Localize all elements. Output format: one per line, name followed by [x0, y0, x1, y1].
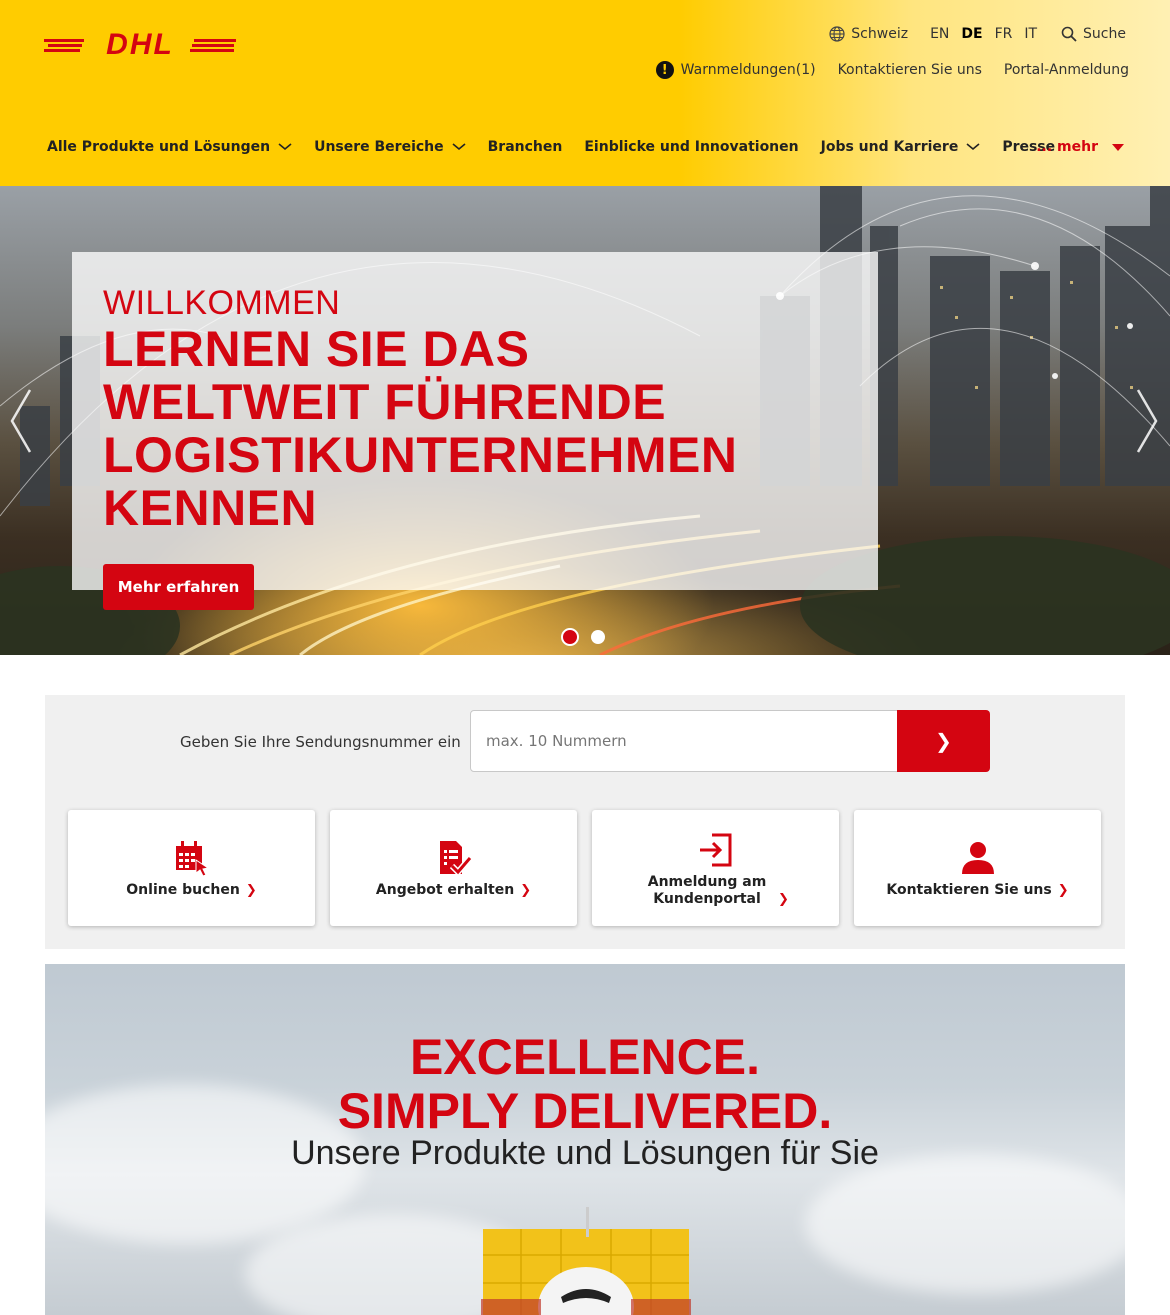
country-label: Schweiz	[851, 26, 909, 42]
language-switcher: EN DE FR IT	[930, 26, 1037, 42]
quick-link-label: Angebot erhalten	[375, 882, 515, 898]
chevron-right-icon	[1136, 389, 1158, 453]
tracking-number-input[interactable]	[470, 710, 898, 772]
quick-link-label: Online buchen	[126, 882, 240, 898]
chevron-down-icon	[966, 143, 980, 151]
nav-more-label: ... mehr	[1036, 139, 1098, 155]
search-icon	[1061, 26, 1077, 42]
quick-link-label: Anmeldung am Kundenportal	[647, 874, 767, 907]
search-link[interactable]: Suche	[1061, 26, 1126, 42]
site-header: DHL Schweiz EN DE FR IT Suche ! Warnmeld…	[0, 0, 1170, 186]
tracking-submit-button[interactable]: ❯	[897, 710, 990, 772]
learn-more-button[interactable]: Mehr erfahren	[103, 564, 254, 610]
nav-item-label: Einblicke und Innovationen	[584, 139, 799, 155]
nav-item-label: Unsere Bereiche	[314, 139, 444, 155]
lang-en[interactable]: EN	[930, 26, 949, 42]
carousel-dot-1[interactable]	[561, 628, 579, 646]
logo-text: DHL	[106, 30, 174, 58]
chevron-right-icon: ❯	[245, 883, 257, 898]
calendar-cursor-icon	[175, 841, 209, 877]
lang-fr[interactable]: FR	[995, 26, 1013, 42]
banner-subtitle: Unsere Produkte und Lösungen für Sie	[291, 1134, 879, 1172]
nav-item-label: Jobs und Karriere	[820, 139, 959, 155]
carousel-dots	[561, 628, 605, 646]
nav-item-label: Branchen	[487, 139, 563, 155]
nav-item-industries[interactable]: Branchen	[488, 139, 563, 155]
hero-kicker: WILLKOMMEN	[103, 284, 341, 322]
alert-icon: !	[655, 61, 674, 79]
dhl-logo[interactable]: DHL	[44, 28, 236, 61]
banner-title-text: EXCELLENCE. SIMPLY DELIVERED.	[337, 1029, 833, 1139]
quick-link-customer-portal[interactable]: Anmeldung am Kundenportal ❯	[592, 810, 839, 926]
hero-carousel: WILLKOMMEN LERNEN SIE DAS WELTWEIT FÜHRE…	[0, 186, 1170, 655]
chevron-left-icon	[10, 389, 32, 453]
nav-item-label: Alle Produkte und Lösungen	[47, 139, 271, 155]
main-navigation: Alle Produkte und Lösungen Unsere Bereic…	[47, 139, 1077, 155]
quick-link-online-booking[interactable]: Online buchen ❯	[68, 810, 315, 926]
nav-item-divisions[interactable]: Unsere Bereiche	[314, 139, 466, 155]
document-check-icon	[439, 841, 472, 877]
quick-links: Online buchen ❯ Angebot erhalten ❯ Anmel…	[68, 810, 1101, 926]
nav-item-careers[interactable]: Jobs und Karriere	[821, 139, 981, 155]
carousel-prev-button[interactable]	[8, 386, 34, 456]
search-label: Suche	[1083, 26, 1126, 42]
portal-login-link[interactable]: Portal-Anmeldung	[1004, 62, 1129, 78]
warnings-label: Warnmeldungen(1)	[680, 62, 816, 78]
products-banner: EXCELLENCE. SIMPLY DELIVERED. Unsere Pro…	[45, 964, 1125, 1315]
globe-icon	[829, 26, 845, 42]
quick-link-get-quote[interactable]: Angebot erhalten ❯	[330, 810, 577, 926]
cargo-plane-image	[481, 1207, 691, 1315]
chevron-down-icon	[278, 143, 292, 151]
contact-link[interactable]: Kontaktieren Sie uns	[838, 62, 982, 78]
nav-item-products[interactable]: Alle Produkte und Lösungen	[47, 139, 292, 155]
utility-bar-bottom: ! Warnmeldungen(1) Kontaktieren Sie uns …	[655, 61, 1129, 79]
country-selector[interactable]: Schweiz	[829, 26, 908, 42]
chevron-right-icon: ❯	[1057, 883, 1069, 898]
quick-link-label: Kontaktieren Sie uns	[886, 882, 1052, 898]
quick-link-contact[interactable]: Kontaktieren Sie uns ❯	[854, 810, 1101, 926]
cloud-decoration	[805, 1154, 1125, 1294]
hero-title: LERNEN SIE DAS WELTWEIT FÜHRENDE LOGISTI…	[103, 321, 738, 536]
login-icon	[699, 833, 731, 867]
caret-down-icon	[1112, 143, 1124, 151]
person-icon	[961, 842, 994, 874]
chevron-down-icon	[452, 143, 466, 151]
carousel-dot-2[interactable]	[591, 630, 605, 644]
tracking-section: Geben Sie Ihre Sendungsnummer ein ❯ Onli…	[45, 695, 1125, 949]
lang-de[interactable]: DE	[961, 26, 982, 42]
nav-more-button[interactable]: ... mehr	[1036, 139, 1124, 155]
nav-item-insights[interactable]: Einblicke und Innovationen	[584, 139, 798, 155]
tracking-label: Geben Sie Ihre Sendungsnummer ein	[180, 733, 461, 751]
carousel-next-button[interactable]	[1134, 386, 1160, 456]
warnings-link[interactable]: ! Warnmeldungen(1)	[655, 61, 816, 79]
banner-title: EXCELLENCE. SIMPLY DELIVERED.	[45, 1030, 1125, 1138]
utility-bar-top: Schweiz EN DE FR IT Suche	[829, 26, 1126, 42]
chevron-right-icon: ❯	[778, 892, 789, 907]
lang-it[interactable]: IT	[1024, 26, 1037, 42]
chevron-right-icon: ❯	[520, 883, 532, 898]
